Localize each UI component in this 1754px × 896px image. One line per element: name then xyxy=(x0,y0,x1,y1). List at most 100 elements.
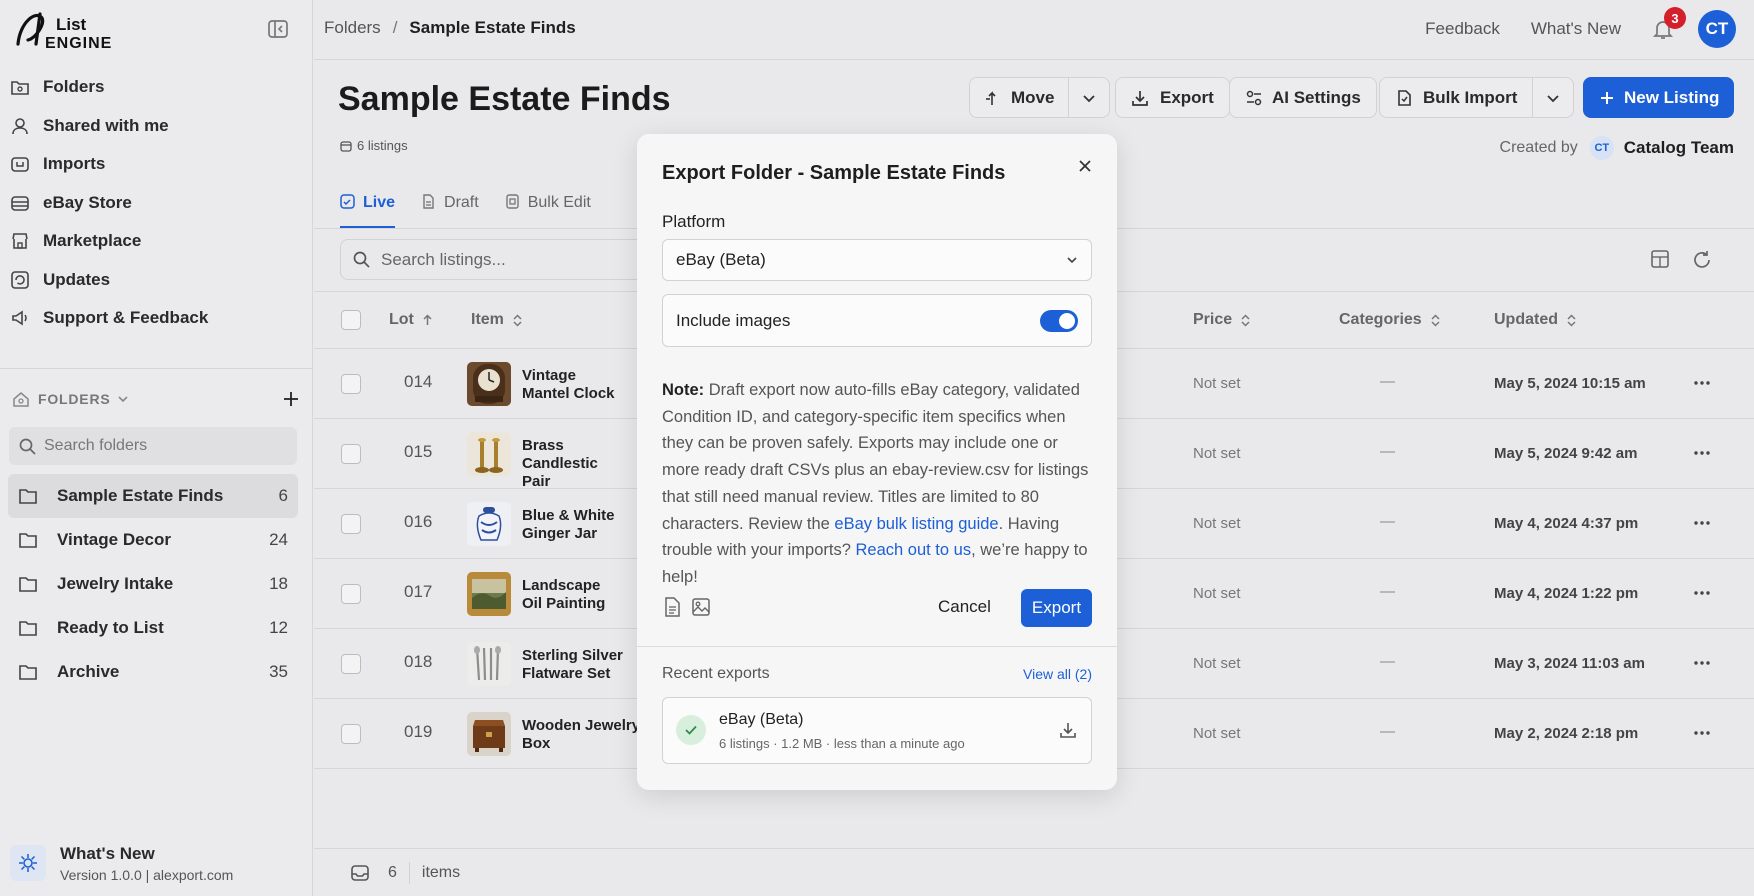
column-updated[interactable]: Updated xyxy=(1494,311,1577,329)
folder-item-archive[interactable]: Archive 35 xyxy=(8,650,298,694)
item-name[interactable]: Blue & White Ginger Jar xyxy=(522,507,642,543)
price-value: Not set xyxy=(1193,515,1241,532)
move-label: Move xyxy=(1011,87,1055,107)
more-actions-icon[interactable] xyxy=(1692,586,1712,600)
column-categories[interactable]: Categories xyxy=(1339,311,1441,329)
row-checkbox[interactable] xyxy=(341,514,361,534)
tab-draft[interactable]: Draft xyxy=(421,190,479,228)
folder-count: 35 xyxy=(269,662,288,681)
more-actions-icon[interactable] xyxy=(1692,376,1712,390)
painting-thumbnail[interactable] xyxy=(467,572,511,616)
column-item-label: Item xyxy=(471,311,504,328)
folder-name: Archive xyxy=(57,662,120,681)
move-dropdown-button[interactable] xyxy=(1069,77,1109,118)
tab-bulk-edit[interactable]: Bulk Edit xyxy=(505,190,591,228)
item-name[interactable]: Wooden Jewelry Box xyxy=(522,717,642,753)
bulk-import-button[interactable]: Bulk Import xyxy=(1380,77,1532,118)
row-checkbox[interactable] xyxy=(341,444,361,464)
nav-item-ebay-store[interactable]: eBay Store xyxy=(0,184,313,223)
image-icon[interactable] xyxy=(691,596,711,618)
download-icon[interactable] xyxy=(1059,721,1077,739)
ai-settings-button[interactable]: AI Settings xyxy=(1229,77,1377,118)
more-actions-icon[interactable] xyxy=(1692,656,1712,670)
sparkle-icon xyxy=(10,845,46,881)
listing-search-input[interactable]: Search listings... xyxy=(340,239,670,280)
include-images-label: Include images xyxy=(676,310,791,330)
export-button[interactable]: Export xyxy=(1115,77,1230,118)
folder-name: Jewelry Intake xyxy=(57,574,174,593)
more-actions-icon[interactable] xyxy=(1692,726,1712,740)
team-name[interactable]: Catalog Team xyxy=(1624,138,1734,158)
categories-value: — xyxy=(1380,373,1395,390)
jewelry-box-thumbnail[interactable] xyxy=(467,712,511,756)
column-lot[interactable]: Lot xyxy=(389,311,433,329)
item-name[interactable]: Brass Candlestic Pair xyxy=(522,437,642,491)
note-text: Draft export now auto-fills eBay categor… xyxy=(662,381,1089,533)
nav-item-updates[interactable]: Updates xyxy=(0,261,313,300)
more-actions-icon[interactable] xyxy=(1692,516,1712,530)
include-images-toggle[interactable] xyxy=(1040,309,1078,332)
ginger-jar-thumbnail[interactable] xyxy=(467,502,511,546)
platform-select[interactable]: eBay (Beta) xyxy=(662,239,1092,281)
nav-item-marketplace[interactable]: Marketplace xyxy=(0,222,313,261)
folder-item-vintage-decor[interactable]: Vintage Decor 24 xyxy=(8,518,298,562)
item-name[interactable]: Sterling Silver Flatware Set xyxy=(522,647,642,683)
row-checkbox[interactable] xyxy=(341,724,361,744)
recent-export-item[interactable]: eBay (Beta) 6 listings · 1.2 MB · less t… xyxy=(662,697,1092,764)
bell-icon[interactable]: 3 xyxy=(1652,7,1686,40)
whats-new-link[interactable]: What's New xyxy=(1531,19,1621,39)
list-engine-logo[interactable]: List ENGINE xyxy=(14,8,124,50)
feedback-link[interactable]: Feedback xyxy=(1425,19,1500,39)
more-actions-icon[interactable] xyxy=(1692,446,1712,460)
grid-view-icon[interactable] xyxy=(1650,249,1670,269)
refresh-icon[interactable] xyxy=(1692,249,1712,269)
folder-item-jewelry-intake[interactable]: Jewelry Intake 18 xyxy=(8,562,298,606)
select-all-checkbox[interactable] xyxy=(341,310,361,330)
document-icon[interactable] xyxy=(662,596,682,618)
ebay-guide-link[interactable]: eBay bulk listing guide xyxy=(834,515,998,533)
folders-section-header[interactable]: FOLDERS xyxy=(12,388,300,410)
sort-icon xyxy=(1430,313,1441,327)
sidebar-divider xyxy=(0,368,313,369)
add-folder-icon[interactable] xyxy=(282,390,300,408)
categories-value: — xyxy=(1380,513,1395,530)
cancel-button[interactable]: Cancel xyxy=(938,590,991,624)
nav-item-shared[interactable]: Shared with me xyxy=(0,107,313,146)
updated-value: May 5, 2024 9:42 am xyxy=(1494,445,1638,462)
nav-item-support[interactable]: Support & Feedback xyxy=(0,299,313,338)
user-avatar[interactable]: CT xyxy=(1698,10,1736,48)
breadcrumb-folders[interactable]: Folders xyxy=(324,18,381,38)
new-listing-button[interactable]: New Listing xyxy=(1583,77,1735,118)
close-icon[interactable] xyxy=(1077,158,1093,174)
row-checkbox[interactable] xyxy=(341,374,361,394)
sort-icon xyxy=(1566,313,1577,327)
tab-label: Bulk Edit xyxy=(527,194,591,211)
platform-value: eBay (Beta) xyxy=(676,250,766,269)
column-price[interactable]: Price xyxy=(1193,311,1251,329)
bulk-import-split-button: Bulk Import xyxy=(1379,77,1575,118)
flatware-thumbnail[interactable] xyxy=(467,642,511,686)
export-submit-button[interactable]: Export xyxy=(1021,589,1092,627)
collapse-sidebar-icon[interactable] xyxy=(266,18,290,40)
row-checkbox[interactable] xyxy=(341,654,361,674)
row-checkbox[interactable] xyxy=(341,584,361,604)
folder-search-input[interactable]: Search folders xyxy=(9,427,297,465)
folder-item-ready-to-list[interactable]: Ready to List 12 xyxy=(8,606,298,650)
view-all-link[interactable]: View all (2) xyxy=(1023,666,1092,682)
move-button[interactable]: Move xyxy=(970,77,1068,118)
nav-item-imports[interactable]: Imports xyxy=(0,145,313,184)
column-item[interactable]: Item xyxy=(471,311,523,329)
clock-thumbnail[interactable] xyxy=(467,362,511,406)
nav-item-folders[interactable]: Folders xyxy=(0,68,313,107)
folder-item-sample-estate-finds[interactable]: Sample Estate Finds 6 xyxy=(8,474,298,518)
bulk-import-dropdown-button[interactable] xyxy=(1533,77,1573,118)
reach-out-link[interactable]: Reach out to us xyxy=(856,541,972,559)
whats-new-panel[interactable]: What's New Version 1.0.0 | alexport.com xyxy=(10,840,300,886)
sort-icon xyxy=(512,313,523,327)
candlesticks-thumbnail[interactable] xyxy=(467,432,511,476)
categories-value: — xyxy=(1380,723,1395,740)
nav-label: Shared with me xyxy=(43,115,169,135)
item-name[interactable]: Landscape Oil Painting xyxy=(522,577,642,613)
tab-live[interactable]: Live xyxy=(340,190,396,228)
item-name[interactable]: Vintage Mantel Clock xyxy=(522,367,642,403)
